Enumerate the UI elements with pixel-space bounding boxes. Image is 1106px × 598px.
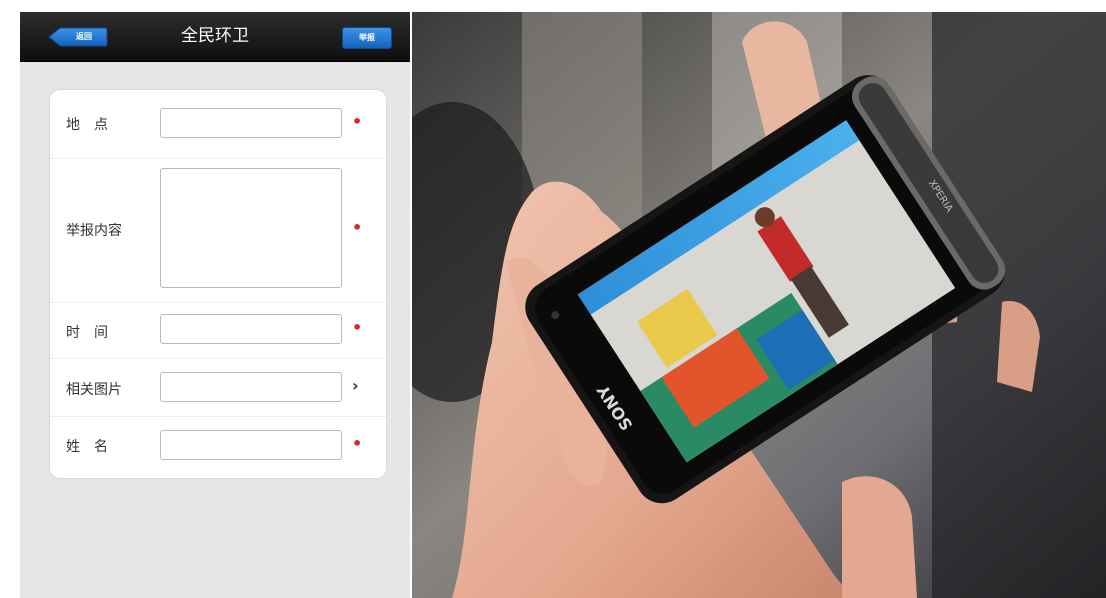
photos-row[interactable]: 相关图片 › xyxy=(50,358,386,417)
content-row: 举报内容 • xyxy=(50,158,386,303)
required-marker: • xyxy=(352,112,363,131)
back-button[interactable]: 返回 xyxy=(48,27,108,47)
location-label: 地 点 xyxy=(66,117,108,133)
location-input[interactable] xyxy=(160,108,342,138)
location-row: 地 点 • xyxy=(50,90,386,159)
back-button-label: 返回 xyxy=(76,32,92,41)
phone-photo: SONY XPERIA xyxy=(412,12,1106,598)
required-marker: • xyxy=(352,218,363,237)
required-marker: • xyxy=(352,318,363,337)
photos-label: 相关图片 xyxy=(66,382,122,398)
app-screen: 返回 全民环卫 举报 地 点 • 举报内容 • 时 间 • 相关图片 › 姓 名… xyxy=(20,12,410,598)
required-marker: • xyxy=(352,434,363,453)
report-button[interactable]: 举报 xyxy=(342,27,392,49)
name-row: 姓 名 • xyxy=(50,416,386,478)
hand-holding-phone-image: SONY XPERIA xyxy=(412,12,1106,598)
name-input[interactable] xyxy=(160,430,342,460)
time-input[interactable] xyxy=(160,314,342,344)
report-form: 地 点 • 举报内容 • 时 间 • 相关图片 › 姓 名 • xyxy=(50,90,386,478)
photos-input[interactable] xyxy=(160,372,342,402)
time-row: 时 间 • xyxy=(50,302,386,359)
time-label: 时 间 xyxy=(66,325,108,341)
nav-bar: 返回 全民环卫 举报 xyxy=(20,12,410,62)
content-textarea[interactable] xyxy=(160,168,342,288)
chevron-right-icon: › xyxy=(352,376,359,395)
name-label: 姓 名 xyxy=(66,439,108,455)
content-label: 举报内容 xyxy=(66,223,122,239)
page-title: 全民环卫 xyxy=(181,26,249,46)
